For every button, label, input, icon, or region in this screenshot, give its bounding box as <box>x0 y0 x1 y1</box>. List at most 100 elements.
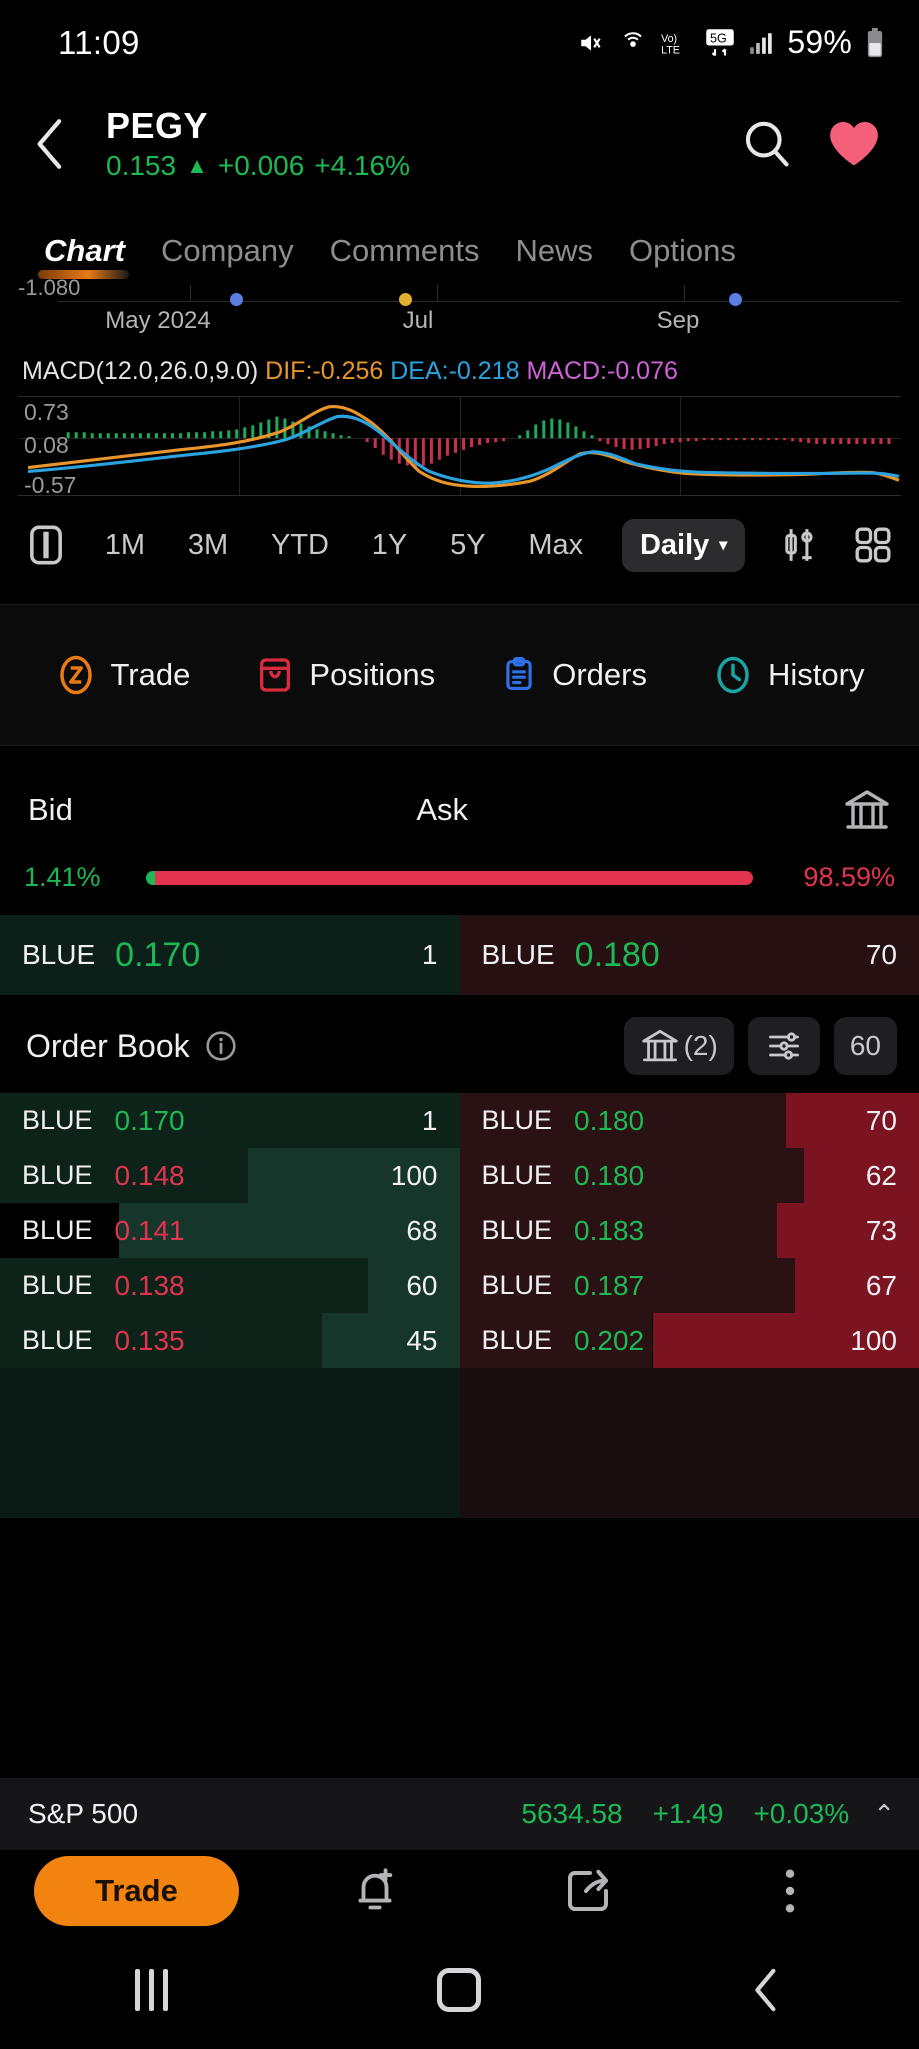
bid-ratio-label: 1.41% <box>24 862 101 892</box>
bid-ask-ratio-bar <box>146 870 753 885</box>
order-book-bid-cell[interactable]: BLUE 0.170 1 <box>0 1093 460 1148</box>
info-icon[interactable] <box>204 1029 238 1063</box>
order-book-ask-cell[interactable]: BLUE 0.183 73 <box>459 1203 919 1258</box>
back-button[interactable] <box>22 118 80 170</box>
ask-depth-bar <box>804 1148 919 1203</box>
order-book-ask-cell[interactable]: BLUE 0.202 100 <box>459 1313 919 1368</box>
event-dot[interactable] <box>230 293 243 306</box>
order-book-bid-cell[interactable]: BLUE 0.141 68 <box>0 1203 460 1258</box>
bid-venue: BLUE <box>22 1325 93 1355</box>
order-book-bid-cell[interactable]: BLUE 0.148 100 <box>0 1148 460 1203</box>
action-trade-label: Trade <box>110 657 191 692</box>
index-ticker-bar[interactable]: S&P 500 5634.58 +1.49 +0.03% ⌃ <box>0 1778 919 1850</box>
macd-legend: MACD(12.0,26.0,9.0) DIF:-0.256 DEA:-0.21… <box>0 349 919 392</box>
bid-venue: BLUE <box>22 1215 93 1245</box>
candle-toggle-icon[interactable] <box>26 522 66 568</box>
chevron-up-icon[interactable]: ⌃ <box>873 1799 895 1830</box>
order-book-row[interactable]: BLUE 0.170 1 BLUE 0.180 70 <box>0 1093 919 1148</box>
order-book-row[interactable]: BLUE 0.148 100 BLUE 0.180 62 <box>0 1148 919 1203</box>
timeframe-ytd[interactable]: YTD <box>267 523 333 568</box>
tab-news[interactable]: News <box>498 233 612 279</box>
event-dot[interactable] <box>399 293 412 306</box>
recents-icon[interactable] <box>134 1969 168 2011</box>
grid-icon[interactable] <box>853 525 893 565</box>
order-book-controls: (2) 60 <box>623 1017 897 1075</box>
chevron-down-icon: ▾ <box>719 537 728 554</box>
timeframe-5y[interactable]: 5Y <box>446 523 489 568</box>
5g-icon: 5G <box>706 28 735 56</box>
symbol-ticker: PEGY <box>106 104 209 146</box>
order-book-rows: BLUE 0.170 1 BLUE 0.180 70 BLUE 0.148 100 BLUE 0.1… <box>0 1093 919 1368</box>
bell-plus-icon[interactable] <box>352 1866 398 1916</box>
share-icon[interactable] <box>564 1867 612 1915</box>
timeframe-1y[interactable]: 1Y <box>368 523 411 568</box>
tab-comments[interactable]: Comments <box>312 233 498 279</box>
tab-chart[interactable]: Chart <box>26 233 143 279</box>
ask-venue: BLUE <box>481 1105 553 1135</box>
order-book-row[interactable]: BLUE 0.135 45 BLUE 0.202 100 <box>0 1313 919 1368</box>
exchange-bank-icon[interactable] <box>843 788 891 832</box>
index-change: +1.49 <box>652 1798 724 1829</box>
android-nav-bar <box>0 1931 919 2049</box>
macd-dif-label: DIF:-0.256 <box>265 357 384 385</box>
top-bid-cell[interactable]: BLUE 0.170 1 <box>0 915 460 995</box>
order-book-empty-area <box>0 1368 919 1518</box>
nav-back-icon[interactable] <box>750 1966 784 2014</box>
exchange-count-label: (2) <box>683 1030 718 1061</box>
exchange-filter-button[interactable]: (2) <box>623 1017 734 1075</box>
ask-size: 100 <box>850 1324 897 1356</box>
candlestick-settings-icon[interactable] <box>780 523 818 567</box>
top-ask-cell[interactable]: BLUE 0.180 70 <box>459 915 919 995</box>
top-ask-venue: BLUE <box>481 939 555 970</box>
order-book-ask-cell[interactable]: BLUE 0.187 67 <box>459 1258 919 1313</box>
action-history[interactable]: History <box>712 654 864 696</box>
order-book-ask-cell[interactable]: BLUE 0.180 70 <box>459 1093 919 1148</box>
trade-button[interactable]: Trade <box>34 1855 239 1926</box>
order-book-bid-cell[interactable]: BLUE 0.135 45 <box>0 1313 460 1368</box>
symbol-block[interactable]: PEGY 0.153 ▲ +0.006 +4.16% <box>90 104 731 182</box>
order-book-depth-button[interactable]: 60 <box>833 1017 897 1075</box>
timeframe-1m[interactable]: 1M <box>101 523 149 568</box>
ask-size: 73 <box>865 1214 897 1246</box>
mute-icon <box>581 34 601 51</box>
bid-ratio-fill <box>146 870 155 885</box>
hotspot-icon <box>624 31 643 47</box>
last-price: 0.153 <box>106 150 177 182</box>
macd-chart[interactable]: 0.73 0.08 -0.57 <box>18 396 901 498</box>
bid-size: 68 <box>406 1214 438 1246</box>
timeframe-max[interactable]: Max <box>524 523 587 568</box>
ask-venue: BLUE <box>481 1270 553 1300</box>
axis-month-label: Jul <box>402 307 434 334</box>
exchange-bank-icon <box>641 1029 678 1062</box>
timeframe-3m[interactable]: 3M <box>184 523 232 568</box>
more-vertical-icon[interactable] <box>778 1866 802 1916</box>
bid-venue: BLUE <box>22 1160 93 1190</box>
tab-options[interactable]: Options <box>611 233 754 279</box>
interval-selector[interactable]: Daily ▾ <box>621 518 746 572</box>
positions-icon <box>260 658 291 692</box>
index-change-percent: +0.03% <box>753 1798 850 1829</box>
order-book-row[interactable]: BLUE 0.138 60 BLUE 0.187 67 <box>0 1258 919 1313</box>
action-positions[interactable]: Positions <box>255 654 435 696</box>
action-orders[interactable]: Orders <box>500 654 647 696</box>
app-screen: 11:09 Vo) LTE 5G 59% PEGY 0.153 ▲ +0.006… <box>0 0 919 2049</box>
svg-text:5G: 5G <box>710 31 727 45</box>
axis-tick <box>190 285 191 301</box>
order-book-ask-cell[interactable]: BLUE 0.180 62 <box>459 1148 919 1203</box>
tab-company[interactable]: Company <box>143 233 312 279</box>
order-book-row[interactable]: BLUE 0.141 68 BLUE 0.183 73 <box>0 1203 919 1258</box>
status-time: 11:09 <box>58 23 140 61</box>
home-icon[interactable] <box>436 1968 481 2012</box>
bid-price: 0.148 <box>114 1159 185 1191</box>
order-book-bid-cell[interactable]: BLUE 0.138 60 <box>0 1258 460 1313</box>
action-trade[interactable]: Trade <box>55 654 191 696</box>
heart-icon[interactable] <box>827 119 881 169</box>
search-icon[interactable] <box>741 118 793 170</box>
index-values: 5634.58 +1.49 +0.03% <box>521 1798 849 1830</box>
order-book-settings-button[interactable] <box>747 1017 820 1075</box>
axis-month-labels: May 2024 Jul Sep <box>58 307 901 347</box>
price-chart-axis-strip[interactable]: -1.080 May 2024 Jul Sep <box>0 275 919 349</box>
event-dot[interactable] <box>729 293 742 306</box>
top-of-book-row[interactable]: BLUE 0.170 1 BLUE 0.180 70 <box>0 915 919 995</box>
action-orders-label: Orders <box>552 657 647 692</box>
